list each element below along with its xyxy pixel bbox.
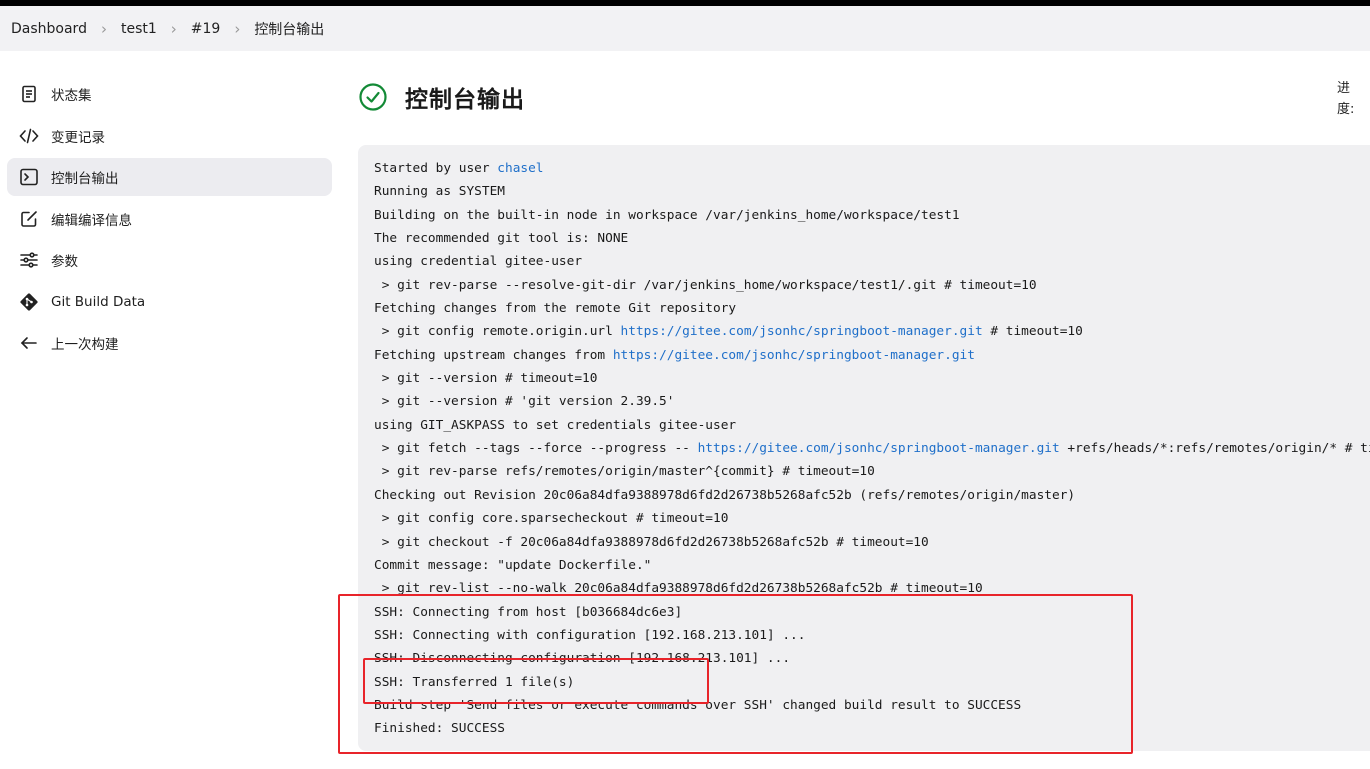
git-icon [18, 291, 40, 313]
console-link[interactable]: https://gitee.com/jsonhc/springboot-mana… [621, 324, 983, 339]
console-text: > git config core.sparsecheckout # timeo… [374, 511, 729, 527]
sidebar-item-parameters[interactable]: 参数 [7, 241, 332, 279]
console-line: Fetching changes from the remote Git rep… [374, 297, 1370, 320]
chevron-right-icon: › [170, 19, 177, 38]
console-line: > git --version # timeout=10 [374, 367, 1370, 390]
console-line: Running as SYSTEM [374, 180, 1370, 203]
sidebar-item-console[interactable]: 控制台输出 [7, 158, 332, 196]
console-line: SSH: Disconnecting configuration [192.16… [374, 647, 1370, 670]
console-line: > git --version # 'git version 2.39.5' [374, 390, 1370, 413]
console-text: Checking out Revision 20c06a84dfa9388978… [374, 487, 1076, 503]
console-line: > git rev-parse refs/remotes/origin/mast… [374, 460, 1370, 483]
console-link[interactable]: https://gitee.com/jsonhc/springboot-mana… [613, 348, 975, 363]
console-line: using GIT_ASKPASS to set credentials git… [374, 414, 1370, 437]
sliders-icon [18, 249, 40, 271]
page-title: 控制台输出 [405, 87, 525, 113]
sidebar-item-edit-build-info[interactable]: 编辑编译信息 [7, 200, 332, 238]
breadcrumb: Dashboard › test1 › #19 › 控制台输出 [0, 6, 1370, 51]
console-text: > git rev-list --no-walk 20c06a84dfa9388… [374, 581, 983, 597]
console-text: > git --version # timeout=10 [374, 371, 598, 387]
console-line: using credential gitee-user [374, 250, 1370, 273]
console-output: Started by user chasel Running as SYSTEM B… [358, 145, 1370, 751]
console-line: Fetching upstream changes from https://g… [374, 344, 1370, 367]
console-text: > git config remote.origin.url [374, 324, 621, 340]
console-line: Build step 'Send files or execute comman… [374, 694, 1370, 717]
console-line: Commit message: "update Dockerfile." [374, 554, 1370, 577]
console-text: Build step 'Send files or execute comman… [374, 697, 1022, 713]
sidebar-item-label: 变更记录 [51, 129, 105, 146]
console-text: Finished: SUCCESS [374, 721, 505, 737]
console-line: Building on the built-in node in workspa… [374, 204, 1370, 227]
console-text: Running as SYSTEM [374, 184, 505, 200]
console-text: SSH: Transferred 1 file(s) [374, 674, 575, 690]
console-line: > git checkout -f 20c06a84dfa9388978d6fd… [374, 531, 1370, 554]
console-text: > git --version # 'git version 2.39.5' [374, 394, 675, 410]
sidebar-item-label: 状态集 [51, 88, 92, 104]
document-icon [18, 83, 40, 105]
console-line: > git rev-list --no-walk 20c06a84dfa9388… [374, 577, 1370, 600]
console-text: > git rev-parse refs/remotes/origin/mast… [374, 464, 875, 480]
sidebar-item-changes[interactable]: 变更记录 [7, 117, 332, 155]
console-text: > git rev-parse --resolve-git-dir /var/j… [374, 277, 1037, 293]
console-link[interactable]: chasel [497, 161, 543, 176]
edit-icon [18, 208, 40, 230]
console-text: The recommended git tool is: NONE [374, 231, 629, 247]
breadcrumb-build[interactable]: #19 [191, 21, 221, 37]
sidebar-item-label: 控制台输出 [51, 171, 119, 187]
console-text: > git checkout -f 20c06a84dfa9388978d6fd… [374, 534, 929, 550]
console-line: > git config remote.origin.url https://g… [374, 320, 1370, 343]
arrow-left-icon [18, 332, 40, 354]
console-text: Started by user [374, 161, 498, 176]
chevron-right-icon: › [234, 19, 241, 38]
console-text: +refs/heads/*:refs/remotes/origin/* # ti [1059, 441, 1370, 457]
success-check-icon [359, 83, 387, 111]
terminal-icon [18, 166, 40, 188]
console-text: SSH: Connecting from host [b036684dc6e3] [374, 604, 683, 620]
console-text: using GIT_ASKPASS to set credentials git… [374, 417, 737, 433]
console-line: SSH: Connecting with configuration [192.… [374, 624, 1370, 647]
code-icon [18, 125, 40, 147]
breadcrumb-job[interactable]: test1 [121, 21, 157, 37]
console-text: Commit message: "update Dockerfile." [374, 557, 652, 573]
sidebar-item-label: 编辑编译信息 [51, 212, 132, 229]
console-text: SSH: Disconnecting configuration [192.16… [374, 651, 791, 667]
console-text: SSH: Connecting with configuration [192.… [374, 627, 806, 643]
console-text: Fetching changes from the remote Git rep… [374, 301, 737, 317]
console-line: > git fetch --tags --force --progress --… [374, 437, 1370, 460]
console-line: > git rev-parse --resolve-git-dir /var/j… [374, 274, 1370, 297]
sidebar-item-label: 上一次构建 [51, 337, 119, 353]
sidebar: 状态集 变更记录 控制台输出 编辑编译信息 参数 Git Build Data [7, 75, 332, 366]
progress-label: 进度: [1337, 81, 1355, 117]
sidebar-item-label: 参数 [51, 254, 78, 270]
breadcrumb-dashboard[interactable]: Dashboard [11, 21, 87, 37]
console-link[interactable]: https://gitee.com/jsonhc/springboot-mana… [698, 441, 1060, 456]
console-text: using credential gitee-user [374, 254, 583, 270]
console-line: Finished: SUCCESS [374, 717, 1370, 740]
console-line: Started by user chasel [374, 157, 1370, 180]
sidebar-item-git-build-data[interactable]: Git Build Data [7, 283, 332, 321]
sidebar-item-status[interactable]: 状态集 [7, 75, 332, 113]
sidebar-item-label: Git Build Data [51, 293, 146, 310]
console-line: The recommended git tool is: NONE [374, 227, 1370, 250]
console-line: SSH: Transferred 1 file(s) [374, 671, 1370, 694]
page-header: 控制台输出 [358, 80, 525, 114]
chevron-right-icon: › [100, 19, 107, 38]
breadcrumb-console[interactable]: 控制台输出 [254, 19, 324, 39]
console-text: # timeout=10 [982, 324, 1083, 340]
console-text: Fetching upstream changes from [374, 347, 613, 363]
console-text: > git fetch --tags --force --progress -- [374, 441, 698, 457]
console-line: SSH: Connecting from host [b036684dc6e3] [374, 601, 1370, 624]
sidebar-item-previous-build[interactable]: 上一次构建 [7, 324, 332, 362]
console-line: Checking out Revision 20c06a84dfa9388978… [374, 484, 1370, 507]
console-text: Building on the built-in node in workspa… [374, 207, 960, 223]
console-line: > git config core.sparsecheckout # timeo… [374, 507, 1370, 530]
